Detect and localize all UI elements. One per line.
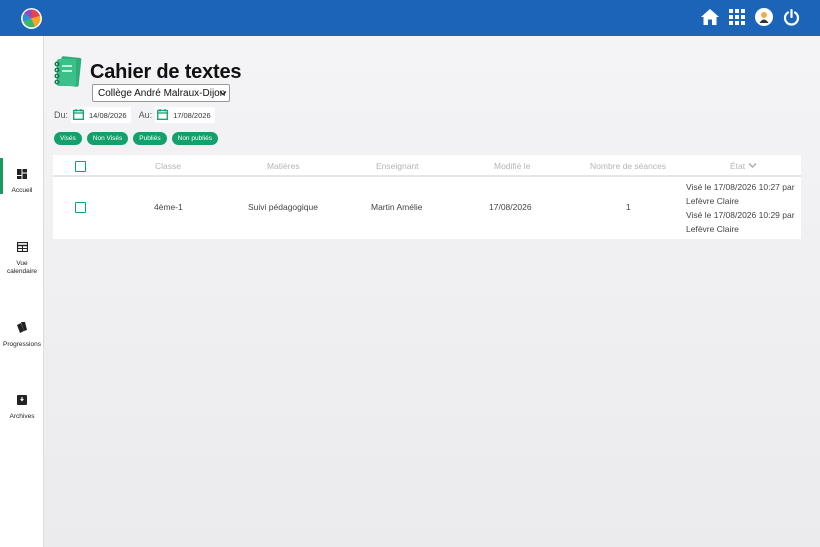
from-date-picker[interactable]: 14/08/2026 [71,107,131,123]
sidebar-item-label: Progressions [3,341,41,348]
header-modifie[interactable]: Modifié le [494,161,530,171]
header-etat[interactable]: État [730,161,757,171]
sidebar-item-vue-calendaire[interactable]: Vue calendaire [0,239,44,276]
filter-chips: Visés Non Visés Publiés Non publiés [54,132,218,145]
sidebar-item-accueil[interactable]: Accueil [0,158,44,195]
cell-matiere: Suivi pédagogique [248,202,318,212]
table-row[interactable]: 4ème-1 Suivi pédagogique Martin Amélie 1… [53,177,801,239]
app-logo[interactable] [21,8,42,29]
cards-icon [16,320,28,338]
apps-grid-icon[interactable] [728,8,746,26]
row-checkbox[interactable] [75,202,86,213]
filter-publies[interactable]: Publiés [133,132,167,145]
sidebar: Accueil Vue calendaire Progressions Arch… [0,36,44,547]
cell-etat: Visé le 17/08/2026 10:27 par Lefèvre Cla… [686,180,795,236]
calendar-icon [157,108,169,122]
sidebar-item-archives[interactable]: Archives [0,392,44,421]
dashboard-icon [17,166,27,184]
to-label: Au: [138,110,153,120]
power-icon[interactable] [782,8,800,26]
calendar-grid-icon [16,239,28,257]
etat-visa-1: Visé le 17/08/2026 10:27 par [686,182,795,192]
notebook-icon [54,56,82,88]
header-seances[interactable]: Nombre de séances [590,161,666,171]
chevron-down-icon [219,89,227,100]
date-range: Du: 14/08/2026 Au: 17/08/2026 [54,107,223,123]
header-enseignant[interactable]: Enseignant [376,161,419,171]
cell-seances: 1 [626,202,631,212]
cell-classe: 4ème-1 [154,202,183,212]
header-etat-label: État [730,161,746,171]
school-select-value: Collège André Malraux-Dijon [98,87,226,99]
filter-non-publies[interactable]: Non publiés [171,132,218,145]
cell-enseignant: Martin Amélie [371,202,423,212]
home-icon[interactable] [701,8,719,26]
school-select[interactable]: Collège André Malraux-Dijon [92,84,230,102]
etat-visa-2-author: Lefèvre Claire [686,224,739,234]
table-header: Classe Matières Enseignant Modifié le No… [53,155,801,177]
sessions-table: Classe Matières Enseignant Modifié le No… [53,155,801,239]
sidebar-item-label: Vue calendaire [7,260,37,275]
from-label: Du: [54,110,69,120]
header-classe[interactable]: Classe [155,161,181,171]
from-date-value: 14/08/2026 [89,110,127,120]
filter-non-vises[interactable]: Non Visés [86,132,129,145]
main-content: Cahier de textes Collège André Malraux-D… [44,36,820,547]
to-date-value: 17/08/2026 [173,110,211,120]
header-matieres[interactable]: Matières [267,161,300,171]
cell-modifie: 17/08/2026 [489,202,532,212]
filter-vises[interactable]: Visés [54,132,82,145]
sidebar-item-label: Archives [9,413,35,420]
select-all-checkbox[interactable] [75,161,86,172]
to-date-picker[interactable]: 17/08/2026 [155,107,215,123]
etat-visa-2: Visé le 17/08/2026 10:29 par [686,210,795,220]
page-title: Cahier de textes [90,61,242,83]
etat-visa-1-author: Lefèvre Claire [686,196,739,206]
sidebar-item-progressions[interactable]: Progressions [0,320,44,349]
archive-box-icon [17,392,27,410]
chevron-down-icon [748,161,757,171]
user-avatar-icon[interactable] [755,8,773,26]
top-bar [0,0,820,36]
calendar-icon [73,108,84,122]
sidebar-item-label: Accueil [11,187,33,194]
